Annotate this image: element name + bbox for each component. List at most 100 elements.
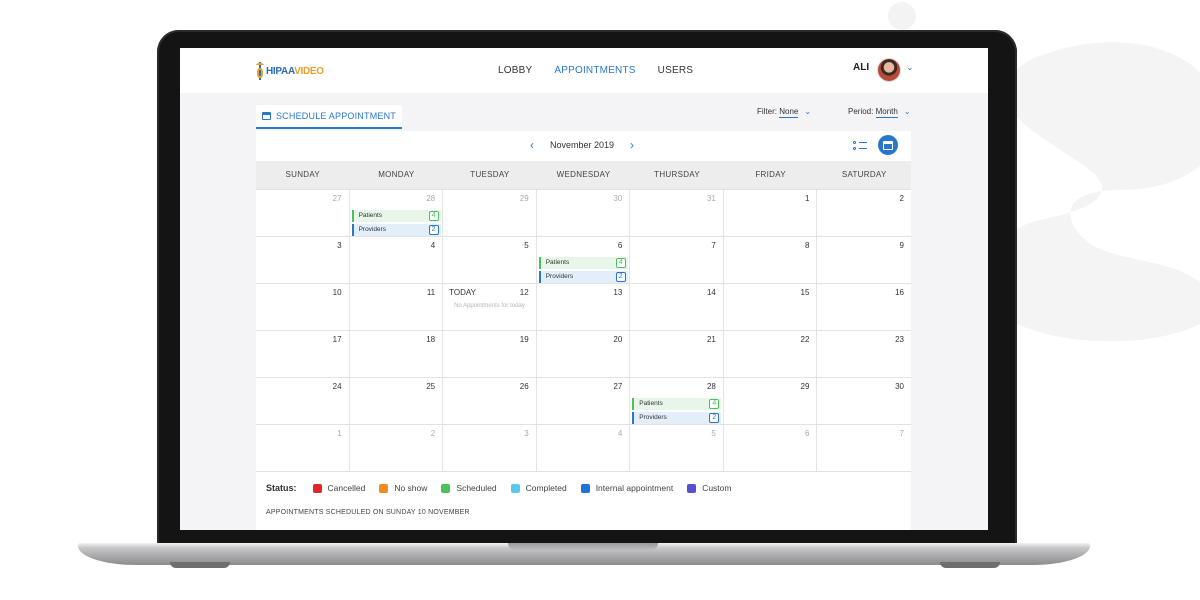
calendar-day-cell[interactable]: 11	[349, 284, 444, 331]
calendar-day-cell[interactable]: 28 Patients 4 Providers 2	[630, 378, 724, 425]
day-number: 26	[519, 382, 529, 391]
day-number: 22	[800, 335, 810, 344]
period-value: Month	[875, 107, 898, 118]
filter-dropdown[interactable]: Filter: None ⌄	[757, 107, 811, 118]
status-label: Scheduled	[456, 483, 497, 493]
list-view-icon[interactable]	[853, 140, 867, 152]
hipaa-video-logo[interactable]: HIPAAVIDEO	[256, 61, 324, 81]
calendar-day-cell[interactable]: 19	[443, 331, 537, 378]
calendar-day-cell[interactable]: 7	[630, 237, 724, 284]
calendar-day-cell[interactable]: 21	[630, 331, 724, 378]
calendar-day-cell[interactable]: 29	[723, 378, 818, 425]
calendar-day-cell[interactable]: 8	[723, 237, 818, 284]
calendar-day-cell[interactable]: 10	[256, 284, 350, 331]
patients-label: Patients	[545, 259, 570, 266]
weekday-label: THURSDAY	[654, 170, 700, 179]
today-label: TODAY	[449, 288, 476, 297]
providers-badge[interactable]: Providers 2	[632, 412, 722, 424]
period-label: Period:	[848, 107, 874, 116]
month-navigator: ‹ November 2019 ›	[256, 131, 911, 161]
day-number: 6	[617, 241, 623, 250]
calendar-day-cell[interactable]: 2	[349, 425, 444, 472]
calendar-day-cell[interactable]: 27	[256, 190, 350, 237]
day-number: 1	[804, 194, 810, 203]
providers-badge[interactable]: Providers 2	[351, 224, 441, 236]
day-number: 31	[706, 194, 716, 203]
patients-label: Patients	[358, 212, 383, 219]
patients-badge[interactable]: Patients 4	[351, 210, 441, 222]
calendar-day-cell[interactable]: 1	[256, 425, 350, 472]
weekday-label: SUNDAY	[285, 170, 321, 179]
calendar-day-cell[interactable]: 25	[349, 378, 444, 425]
calendar-day-cell[interactable]: 6 Patients 4 Providers 2	[536, 237, 631, 284]
status-item: Internal appointment	[580, 483, 673, 493]
providers-count: 2	[428, 225, 439, 235]
calendar-icon	[883, 140, 893, 150]
calendar-day-cell[interactable]: 7	[817, 425, 911, 472]
calendar-day-cell[interactable]: 5	[443, 237, 537, 284]
calendar-day-cell[interactable]: 22	[723, 331, 818, 378]
providers-label: Providers	[358, 226, 387, 233]
calendar-day-cell[interactable]: 28 Patients 4 Providers 2	[349, 190, 444, 237]
calendar-day-cell[interactable]: 6	[723, 425, 818, 472]
calendar-day-cell[interactable]: 1	[723, 190, 818, 237]
day-number: 6	[804, 429, 810, 438]
status-label: No show	[394, 483, 428, 493]
chevron-right-icon[interactable]: ›	[630, 138, 634, 152]
patients-badge[interactable]: Patients 4	[538, 257, 628, 269]
month-label: November 2019	[550, 140, 615, 150]
period-dropdown[interactable]: Period: Month ⌄	[848, 107, 911, 118]
app-screen: HIPAAVIDEO LOBBY APPOINTMENTS USERS ALI …	[180, 48, 988, 530]
day-number: 4	[430, 241, 436, 250]
day-number: 1	[337, 429, 342, 438]
calendar-day-cell[interactable]: 23	[817, 331, 911, 378]
avatar[interactable]	[877, 58, 902, 82]
calendar-day-cell[interactable]: 4	[349, 237, 444, 284]
filter-label: Filter:	[757, 107, 777, 116]
laptop-foot	[940, 562, 1000, 568]
calendar-day-cell[interactable]: 9	[817, 237, 911, 284]
calendar-day-cell[interactable]: 29	[443, 190, 537, 237]
day-number: 12	[519, 288, 529, 297]
calendar-day-cell[interactable]: 24	[256, 378, 350, 425]
calendar-day-cell[interactable]: 16	[817, 284, 911, 331]
status-color-swatch	[687, 483, 697, 493]
logo-text: HIPAAVIDEO	[266, 66, 324, 77]
status-item: Scheduled	[441, 483, 497, 493]
calendar-day-cell[interactable]: 3	[256, 237, 350, 284]
nav-appointments[interactable]: APPOINTMENTS	[554, 65, 635, 76]
calendar-day-cell[interactable]: 20	[536, 331, 631, 378]
calendar-day-cell[interactable]: 5	[630, 425, 724, 472]
calendar-day-cell[interactable]: 3	[443, 425, 537, 472]
day-number: 2	[430, 429, 436, 438]
day-number: 14	[706, 288, 716, 297]
user-menu[interactable]: ALI ⌄	[853, 58, 914, 82]
patients-badge[interactable]: Patients 4	[632, 398, 722, 410]
status-item: Cancelled	[312, 483, 365, 493]
schedule-appointment-button[interactable]: SCHEDULE APPOINTMENT	[256, 105, 402, 129]
day-number: 3	[524, 429, 529, 438]
calendar-day-cell[interactable]: 14	[630, 284, 724, 331]
calendar-day-cell[interactable]: 17	[256, 331, 350, 378]
calendar-day-cell[interactable]: 27	[536, 378, 631, 425]
nav-lobby[interactable]: LOBBY	[498, 65, 532, 76]
providers-label: Providers	[639, 414, 667, 421]
calendar-day-cell[interactable]: 30	[536, 190, 631, 237]
calendar-day-cell[interactable]: 31	[630, 190, 724, 237]
calendar-day-cell[interactable]: 2	[817, 190, 911, 237]
calendar-day-cell[interactable]: 4	[536, 425, 631, 472]
calendar-view-button[interactable]	[878, 135, 898, 155]
calendar-day-cell[interactable]: 13	[536, 284, 631, 331]
calendar-day-cell[interactable]: 12 TODAY No Appointments for today	[443, 284, 537, 331]
calendar-day-cell[interactable]: 18	[349, 331, 444, 378]
logo-text-part2: VIDEO	[294, 65, 324, 77]
calendar-day-cell[interactable]: 15	[723, 284, 818, 331]
chevron-down-icon[interactable]: ⌄	[906, 62, 914, 73]
chevron-left-icon[interactable]: ‹	[530, 138, 534, 152]
providers-badge[interactable]: Providers 2	[538, 271, 628, 283]
nav-users[interactable]: USERS	[658, 65, 693, 76]
day-number: 19	[519, 335, 529, 344]
calendar-day-cell[interactable]: 26	[443, 378, 537, 425]
calendar-day-cell[interactable]: 30	[817, 378, 911, 425]
schedule-appointment-label: SCHEDULE APPOINTMENT	[275, 111, 397, 121]
